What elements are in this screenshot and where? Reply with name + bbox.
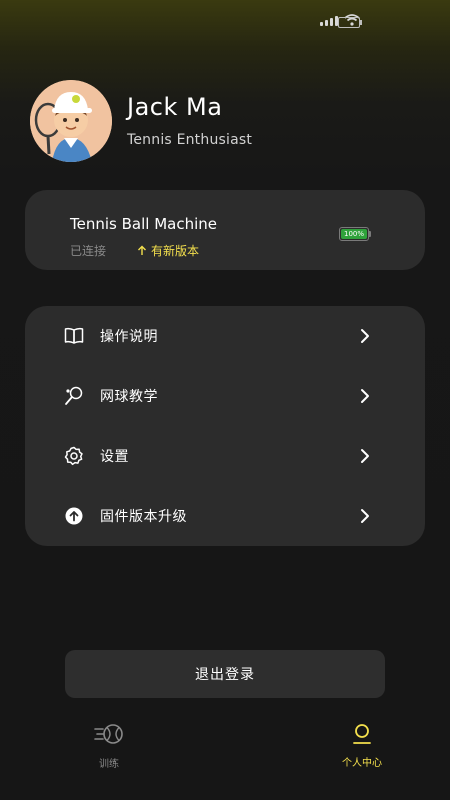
- gear-icon: [64, 446, 84, 466]
- profile-header: Jack Ma Tennis Enthusiast: [30, 80, 252, 162]
- tab-label: 训练: [99, 759, 119, 770]
- menu-item-instructions[interactable]: 操作说明: [25, 306, 425, 366]
- signal-icon: [320, 14, 338, 26]
- device-battery-icon: 100%: [339, 227, 371, 241]
- menu-label: 设置: [100, 449, 129, 465]
- menu-item-tennis-teaching[interactable]: 网球教学: [25, 366, 425, 426]
- device-card[interactable]: Tennis Ball Machine 已连接 有新版本 100%: [25, 190, 425, 270]
- tennis-racket-icon: [64, 386, 84, 406]
- tab-label: 个人中心: [342, 758, 382, 769]
- chevron-right-icon: [361, 509, 369, 523]
- user-name: Jack Ma: [127, 92, 223, 121]
- tab-personal-center[interactable]: 个人中心: [322, 722, 402, 769]
- device-name: Tennis Ball Machine: [70, 215, 217, 233]
- user-subtitle: Tennis Enthusiast: [127, 132, 253, 149]
- menu-card: 操作说明 网球教学 设置 固件版本升级: [25, 306, 425, 546]
- update-available-link[interactable]: 有新版本: [137, 242, 199, 259]
- connection-status: 已连接: [70, 244, 107, 258]
- update-label: 有新版本: [151, 244, 200, 258]
- chevron-right-icon: [361, 329, 369, 343]
- arrow-up-icon: [138, 245, 146, 255]
- battery-fill: 100%: [341, 229, 367, 239]
- chevron-right-icon: [361, 449, 369, 463]
- menu-label: 操作说明: [100, 329, 158, 345]
- book-icon: [64, 326, 84, 346]
- logout-button[interactable]: 退出登录: [65, 650, 385, 698]
- tab-training[interactable]: 训练: [69, 722, 149, 770]
- menu-item-firmware-upgrade[interactable]: 固件版本升级: [25, 486, 425, 546]
- person-icon: [353, 724, 371, 744]
- menu-label: 网球教学: [100, 389, 158, 405]
- menu-label: 固件版本升级: [100, 509, 187, 525]
- avatar[interactable]: [30, 80, 112, 162]
- menu-item-settings[interactable]: 设置: [25, 426, 425, 486]
- status-battery-icon: [338, 17, 362, 28]
- chevron-right-icon: [361, 389, 369, 403]
- upload-arrow-icon: [64, 506, 84, 526]
- battery-percent: 100%: [343, 229, 364, 238]
- training-ball-icon: [94, 724, 123, 744]
